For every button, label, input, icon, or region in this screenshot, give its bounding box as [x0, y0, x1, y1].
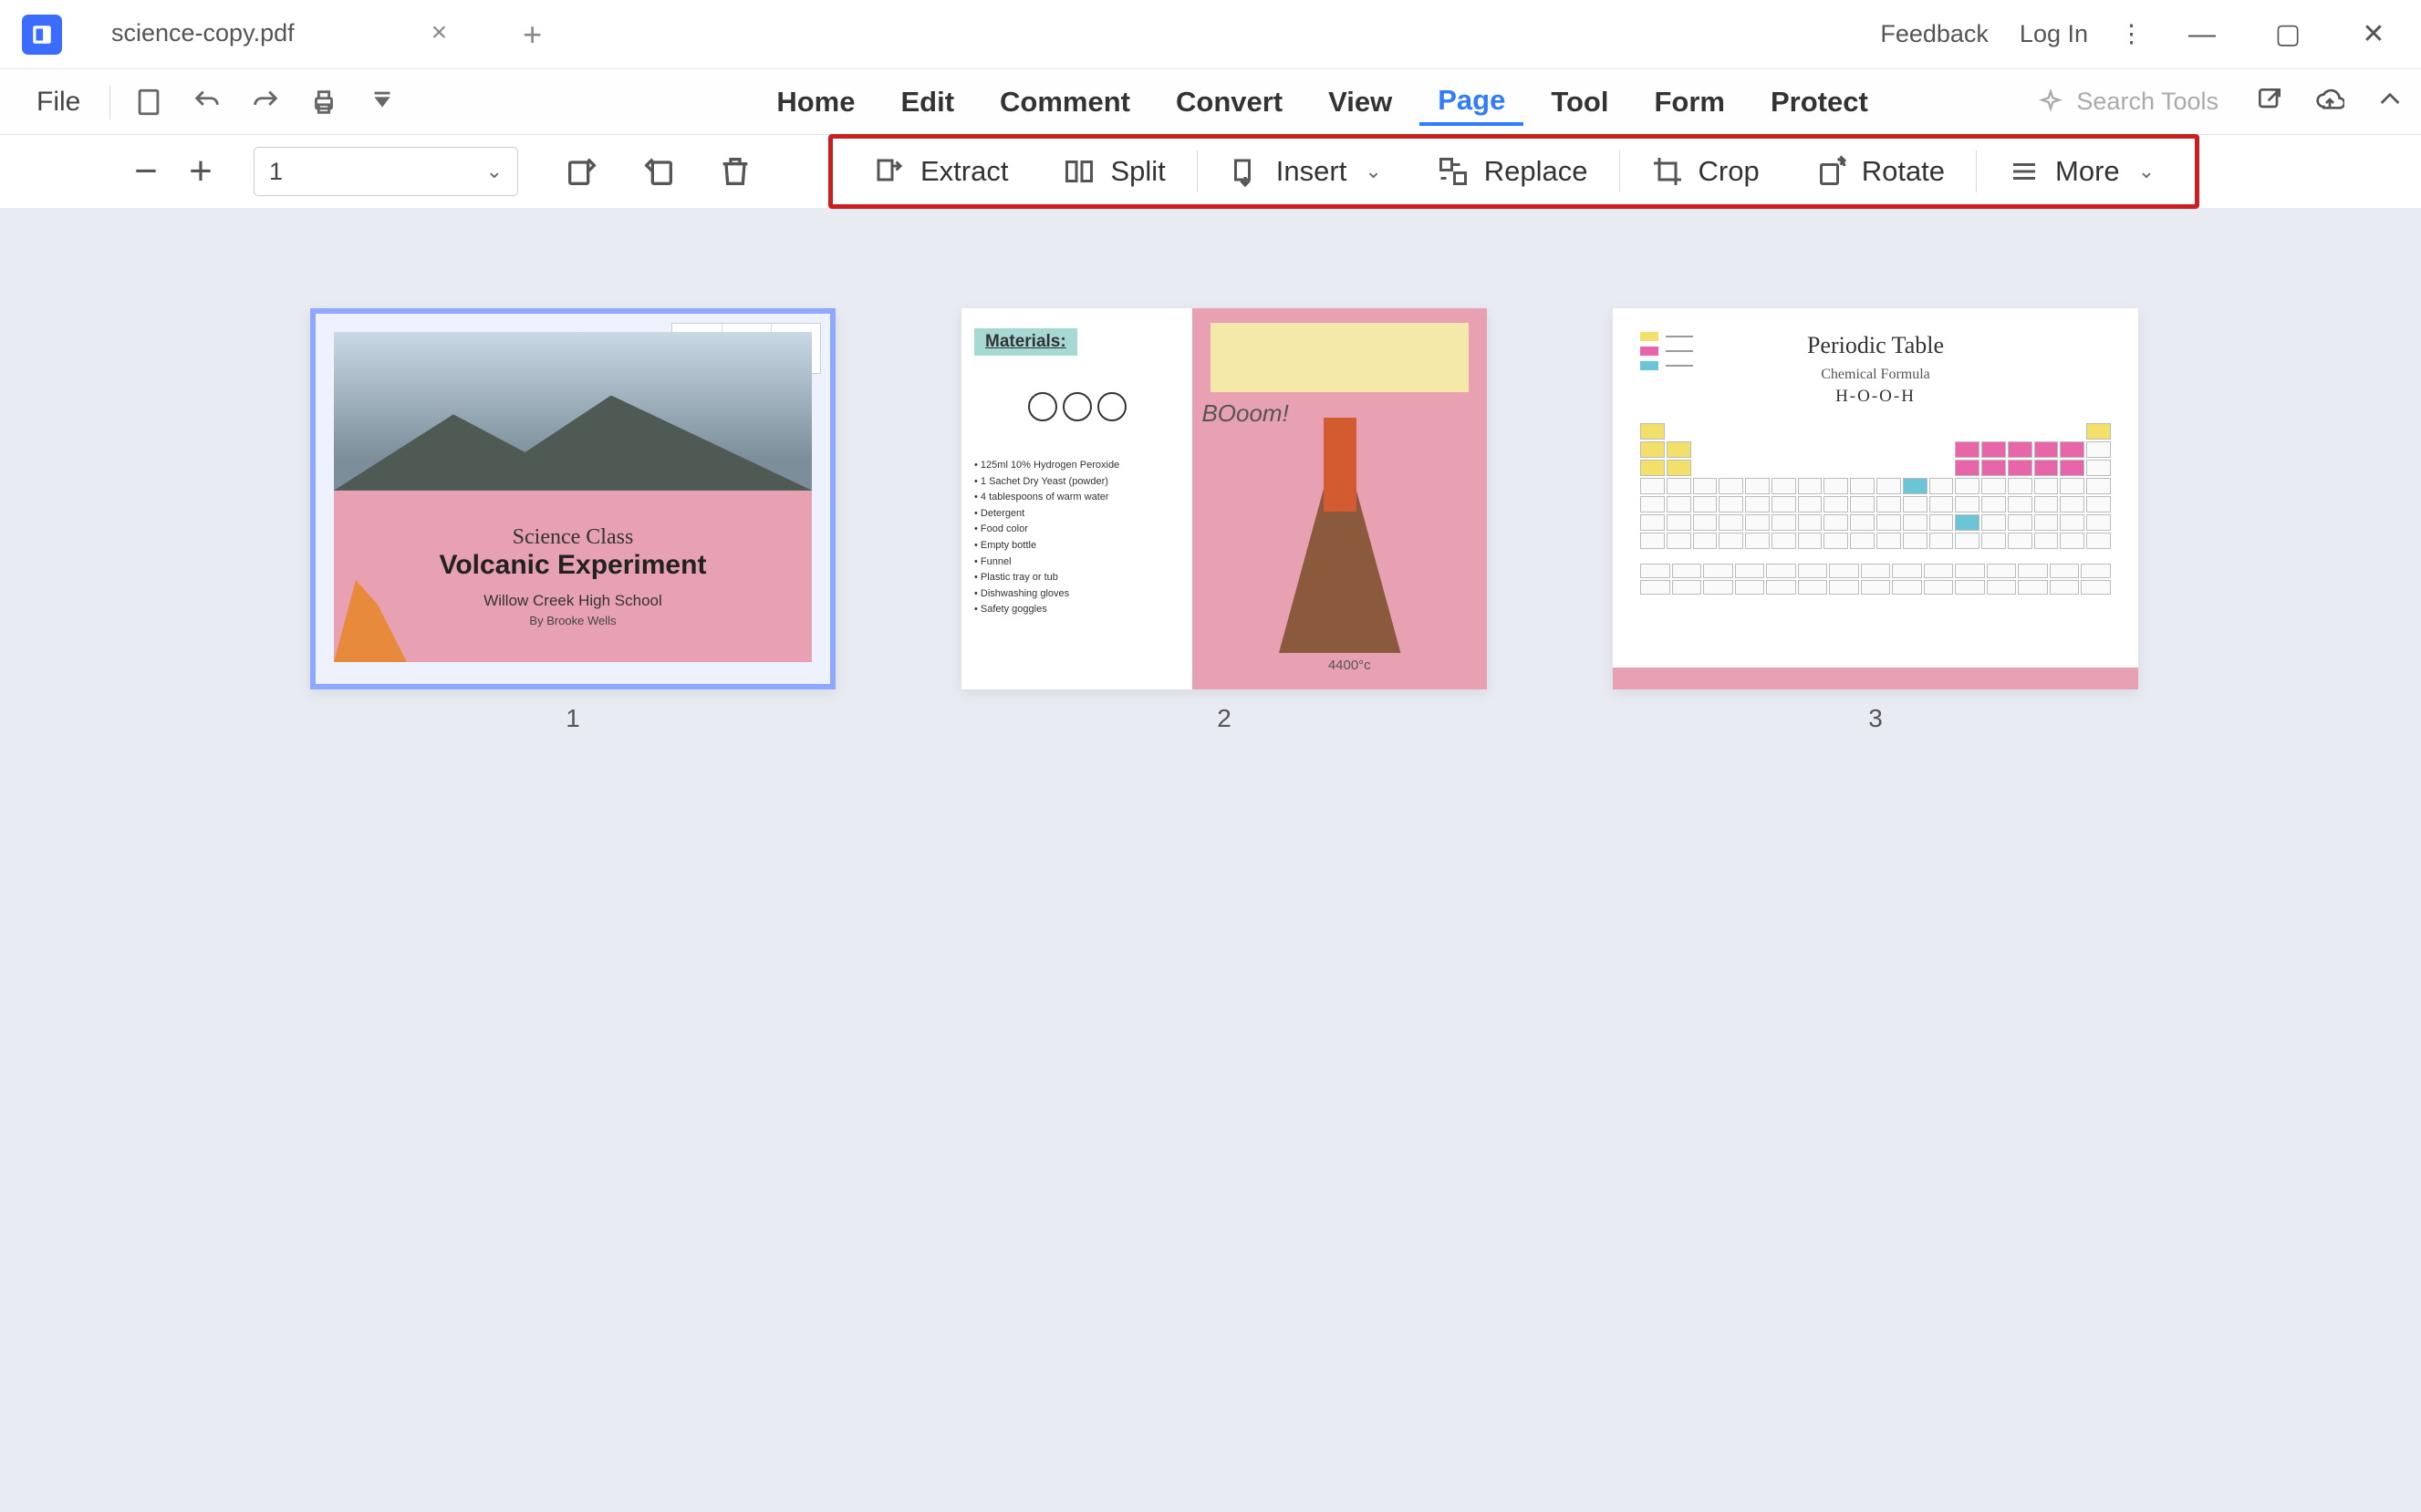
periodic-subtitle: Chemical Formula: [1640, 367, 2111, 383]
split-icon: [1063, 155, 1096, 188]
page1-school: Willow Creek High School: [483, 592, 662, 610]
rotate-right-icon[interactable]: [633, 146, 684, 197]
more-icon: [2008, 155, 2041, 188]
thumbnail-2[interactable]: Materials: 125ml 10% Hydrogen Peroxide 1…: [961, 308, 1487, 689]
rotate-left-icon[interactable]: [556, 146, 608, 197]
tab-title: science-copy.pdf: [111, 19, 295, 47]
menu-page[interactable]: Page: [1419, 78, 1523, 126]
separator: [1197, 150, 1198, 192]
page1-title-line2: Volcanic Experiment: [440, 550, 707, 581]
temp-text: 4400°c: [1328, 658, 1371, 673]
extract-button[interactable]: Extract: [846, 155, 1035, 188]
page-actions-group: Extract Split Insert ⌄ Replace Crop Rota…: [828, 134, 2199, 209]
more-button[interactable]: More ⌄: [1980, 155, 2182, 188]
quick-access-dropdown-icon[interactable]: [360, 80, 404, 124]
new-tab-button[interactable]: +: [523, 16, 542, 54]
insert-button[interactable]: Insert ⌄: [1201, 155, 1409, 188]
replace-icon: [1437, 155, 1470, 188]
separator: [1619, 150, 1620, 192]
thumbnail-1-wrap: Science Class Volcanic Experiment Willow…: [310, 308, 836, 1412]
maximize-icon[interactable]: ▢: [2260, 18, 2315, 50]
cloud-upload-icon[interactable]: [2315, 85, 2344, 119]
crop-button[interactable]: Crop: [1624, 155, 1787, 188]
menu-home[interactable]: Home: [758, 80, 873, 124]
file-menu[interactable]: File: [16, 87, 100, 118]
split-button[interactable]: Split: [1035, 155, 1192, 188]
thumbnail-2-wrap: Materials: 125ml 10% Hydrogen Peroxide 1…: [961, 308, 1487, 1412]
page-toolbar: − + 1 ⌄ Extract Split Insert ⌄ Replace C…: [0, 135, 2421, 208]
separator: [109, 85, 110, 119]
insert-icon: [1229, 155, 1262, 188]
page-1-preview: Science Class Volcanic Experiment Willow…: [334, 332, 812, 662]
thumbnail-canvas: Science Class Volcanic Experiment Willow…: [0, 208, 2421, 1512]
page-number-value: 1: [269, 158, 283, 186]
crop-icon: [1651, 155, 1684, 188]
menu-edit[interactable]: Edit: [882, 80, 972, 124]
app-logo-icon: [22, 15, 62, 55]
page1-title-line1: Science Class: [513, 525, 634, 550]
thumbnail-3-number: 3: [1868, 704, 1883, 733]
sparkle-icon: [2038, 89, 2063, 115]
menubar: File Home Edit Comment Convert View Page…: [0, 69, 2421, 135]
chevron-down-icon: ⌄: [1365, 160, 1381, 183]
thumbnail-1-number: 1: [566, 704, 580, 733]
kebab-menu-icon[interactable]: ⋮: [2119, 20, 2144, 48]
document-tab[interactable]: science-copy.pdf ×: [102, 0, 473, 68]
collapse-ribbon-icon[interactable]: [2375, 85, 2405, 119]
search-tools-placeholder: Search Tools: [2076, 88, 2218, 116]
search-tools[interactable]: Search Tools: [2038, 88, 2218, 116]
rotate-button[interactable]: Rotate: [1787, 155, 1972, 188]
separator: [1976, 150, 1977, 192]
menu-tool[interactable]: Tool: [1533, 80, 1626, 124]
page-3-preview: Periodic Table Chemical Formula H-O-O-H: [1613, 308, 2138, 689]
print-icon[interactable]: [302, 80, 346, 124]
properties-icon[interactable]: [127, 80, 171, 124]
menu-form[interactable]: Form: [1636, 80, 1743, 124]
undo-icon[interactable]: [185, 80, 229, 124]
redo-icon[interactable]: [244, 80, 287, 124]
menu-view[interactable]: View: [1310, 80, 1410, 124]
materials-list: 125ml 10% Hydrogen Peroxide 1 Sachet Dry…: [974, 458, 1179, 618]
titlebar-right: Feedback Log In ⋮ — ▢ ✕: [1880, 18, 2421, 50]
menu-comment[interactable]: Comment: [982, 80, 1148, 124]
menu-protect[interactable]: Protect: [1752, 80, 1886, 124]
close-tab-icon[interactable]: ×: [431, 17, 448, 48]
login-link[interactable]: Log In: [2020, 20, 2088, 48]
chevron-down-icon: ⌄: [2138, 160, 2155, 183]
thumbnail-2-number: 2: [1217, 704, 1231, 733]
thumbnail-3[interactable]: Periodic Table Chemical Formula H-O-O-H: [1613, 308, 2138, 689]
replace-button[interactable]: Replace: [1409, 155, 1616, 188]
periodic-title: Periodic Table: [1640, 332, 2111, 359]
materials-label: Materials:: [974, 328, 1077, 356]
rotate-icon: [1814, 155, 1847, 188]
close-window-icon[interactable]: ✕: [2346, 18, 2401, 50]
minimize-icon[interactable]: —: [2175, 19, 2229, 50]
page-number-dropdown[interactable]: 1 ⌄: [254, 147, 518, 196]
periodic-formula: H-O-O-H: [1640, 387, 2111, 407]
chevron-down-icon: ⌄: [486, 160, 503, 183]
zoom-out-button[interactable]: −: [119, 149, 173, 194]
feedback-link[interactable]: Feedback: [1880, 20, 1989, 48]
page1-author: By Brooke Wells: [529, 614, 616, 627]
menu-convert[interactable]: Convert: [1158, 80, 1301, 124]
zoom-in-button[interactable]: +: [173, 149, 228, 194]
thumbnail-3-wrap: Periodic Table Chemical Formula H-O-O-H …: [1613, 308, 2138, 1412]
thumbnail-1[interactable]: Science Class Volcanic Experiment Willow…: [310, 308, 836, 689]
delete-page-icon[interactable]: [710, 146, 761, 197]
extract-icon: [873, 155, 906, 188]
page-2-preview: Materials: 125ml 10% Hydrogen Peroxide 1…: [961, 308, 1487, 689]
main-menu: Home Edit Comment Convert View Page Tool…: [758, 78, 1886, 126]
titlebar: science-copy.pdf × + Feedback Log In ⋮ —…: [0, 0, 2421, 69]
share-icon[interactable]: [2255, 85, 2284, 119]
